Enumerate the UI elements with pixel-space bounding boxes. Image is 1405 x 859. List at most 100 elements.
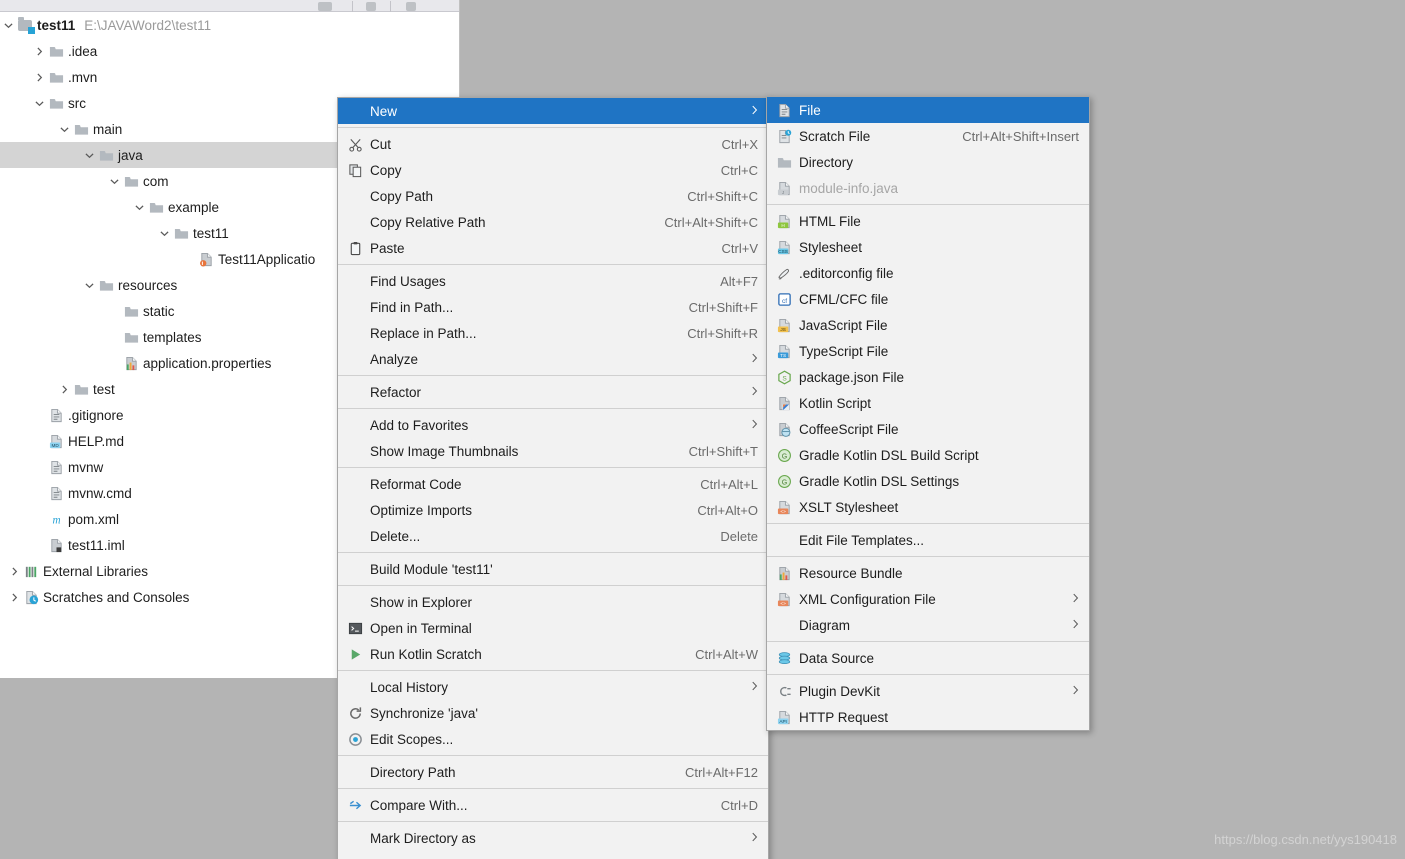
menu-item-optimize-imports[interactable]: Optimize Imports Ctrl+Alt+O [338, 497, 768, 523]
menu-item-html-file[interactable]: H HTML File [767, 208, 1089, 234]
folder-icon [72, 376, 90, 402]
menu-item-scratch-file[interactable]: Scratch File Ctrl+Alt+Shift+Insert [767, 123, 1089, 149]
menu-item-find-usages[interactable]: Find Usages Alt+F7 [338, 268, 768, 294]
menu-item--editorconfig-file[interactable]: .editorconfig file [767, 260, 1089, 286]
menu-item-data-source[interactable]: Data Source [767, 645, 1089, 671]
menu-item-label: Reformat Code [370, 476, 462, 492]
menu-item-paste[interactable]: Paste Ctrl+V [338, 235, 768, 261]
toolbar-divider-2 [390, 1, 391, 12]
menu-icon-placeholder [344, 523, 366, 549]
resource-bundle-icon [773, 560, 795, 586]
menu-item-label: TypeScript File [799, 343, 889, 359]
menu-item-directory-path[interactable]: Directory Path Ctrl+Alt+F12 [338, 759, 768, 785]
menu-item-add-to-favorites[interactable]: Add to Favorites [338, 412, 768, 438]
menu-item-edit-scopes[interactable]: Edit Scopes... [338, 726, 768, 752]
menu-icon-placeholder [344, 379, 366, 405]
menu-item-cut[interactable]: Cut Ctrl+X [338, 131, 768, 157]
chevron-down-icon[interactable] [131, 194, 147, 220]
gradle-icon: G [773, 442, 795, 468]
menu-item-label: JavaScript File [799, 317, 888, 333]
hide-icon[interactable] [406, 2, 416, 11]
new-submenu[interactable]: File Scratch File Ctrl+Alt+Shift+Insert Dir… [766, 96, 1090, 731]
file-icon [773, 97, 795, 123]
menu-item-http-request[interactable]: API HTTP Request [767, 704, 1089, 730]
chevron-down-icon[interactable] [81, 272, 97, 298]
menu-item-gradle-kotlin-dsl-settings[interactable]: G Gradle Kotlin DSL Settings [767, 468, 1089, 494]
chevron-down-icon[interactable] [81, 142, 97, 168]
menu-item-copy-relative-path[interactable]: Copy Relative Path Ctrl+Alt+Shift+C [338, 209, 768, 235]
menu-item-remove-bom[interactable]: Remove BOM [338, 851, 768, 859]
chevron-right-icon[interactable] [6, 584, 22, 610]
menu-item-mark-directory-as[interactable]: Mark Directory as [338, 825, 768, 851]
menu-item-kotlin-script[interactable]: Kotlin Script [767, 390, 1089, 416]
chevron-right-icon[interactable] [31, 64, 47, 90]
menu-item-edit-file-templates[interactable]: Edit File Templates... [767, 527, 1089, 553]
menu-item-xslt-stylesheet[interactable]: <> XSLT Stylesheet [767, 494, 1089, 520]
menu-icon-placeholder [344, 759, 366, 785]
menu-item-show-image-thumbnails[interactable]: Show Image Thumbnails Ctrl+Shift+T [338, 438, 768, 464]
editorconfig-icon [773, 260, 795, 286]
tree-row--idea[interactable]: .idea [0, 38, 459, 64]
menu-item-delete[interactable]: Delete... Delete [338, 523, 768, 549]
chevron-down-icon[interactable] [106, 168, 122, 194]
menu-item-replace-in-path[interactable]: Replace in Path... Ctrl+Shift+R [338, 320, 768, 346]
menu-item-label: Show Image Thumbnails [370, 443, 519, 459]
menu-item-analyze[interactable]: Analyze [338, 346, 768, 372]
menu-item-directory[interactable]: Directory [767, 149, 1089, 175]
menu-item-label: Find Usages [370, 273, 446, 289]
menu-item-reformat-code[interactable]: Reformat Code Ctrl+Alt+L [338, 471, 768, 497]
menu-item-plugin-devkit[interactable]: Plugin DevKit [767, 678, 1089, 704]
new-submenu-body: File Scratch File Ctrl+Alt+Shift+Insert Dir… [767, 97, 1089, 730]
menu-item-javascript-file[interactable]: JS JavaScript File [767, 312, 1089, 338]
chevron-down-icon[interactable] [0, 12, 16, 38]
project-toolbar[interactable] [0, 0, 459, 12]
menu-icon-placeholder [344, 589, 366, 615]
chevron-right-icon[interactable] [31, 38, 47, 64]
svg-text:JS: JS [780, 327, 785, 332]
menu-item-local-history[interactable]: Local History [338, 674, 768, 700]
menu-item-shortcut: Ctrl+Shift+F [688, 299, 758, 315]
menu-item-gradle-kotlin-dsl-build-script[interactable]: G Gradle Kotlin DSL Build Script [767, 442, 1089, 468]
project-context-menu[interactable]: New Cut Ctrl+X Copy Ctrl+C Copy Path Ctrl+Shif… [337, 97, 769, 859]
chevron-right-icon[interactable] [56, 376, 72, 402]
menu-item-resource-bundle[interactable]: Resource Bundle [767, 560, 1089, 586]
menu-item-new[interactable]: New [338, 98, 768, 124]
menu-item-synchronize-java[interactable]: Synchronize 'java' [338, 700, 768, 726]
menu-item-package-json-file[interactable]: Spackage.json File [767, 364, 1089, 390]
menu-item-build-module-test11[interactable]: Build Module 'test11' [338, 556, 768, 582]
chevron-down-icon[interactable] [156, 220, 172, 246]
svg-text:<>: <> [780, 509, 786, 514]
tree-row-root[interactable]: test11 E:\JAVAWord2\test11 [0, 12, 459, 38]
menu-item-coffeescript-file[interactable]: CoffeeScript File [767, 416, 1089, 442]
menu-item-cfml-cfc-file[interactable]: cf CFML/CFC file [767, 286, 1089, 312]
menu-item-copy[interactable]: Copy Ctrl+C [338, 157, 768, 183]
menu-item-copy-path[interactable]: Copy Path Ctrl+Shift+C [338, 183, 768, 209]
menu-item-diagram[interactable]: Diagram [767, 612, 1089, 638]
menu-item-label: Local History [370, 679, 449, 695]
project-root-path: E:\JAVAWord2\test11 [84, 17, 212, 33]
settings-icon[interactable] [366, 2, 376, 11]
menu-item-find-in-path[interactable]: Find in Path... Ctrl+Shift+F [338, 294, 768, 320]
collapse-all-icon[interactable] [318, 2, 332, 11]
chevron-down-icon[interactable] [31, 90, 47, 116]
menu-item-label: Open in Terminal [370, 620, 472, 636]
menu-item-typescript-file[interactable]: TS TypeScript File [767, 338, 1089, 364]
svg-text:cf: cf [781, 297, 786, 304]
menu-item-shortcut: Ctrl+C [720, 162, 758, 178]
menu-item-show-in-explorer[interactable]: Show in Explorer [338, 589, 768, 615]
menu-item-stylesheet[interactable]: CSS Stylesheet [767, 234, 1089, 260]
menu-item-label: Refactor [370, 384, 422, 400]
chevron-right-icon[interactable] [6, 558, 22, 584]
menu-item-open-in-terminal[interactable]: Open in Terminal [338, 615, 768, 641]
menu-item-file[interactable]: File [767, 97, 1089, 123]
module-folder-icon [16, 12, 35, 38]
tree-row--mvn[interactable]: .mvn [0, 64, 459, 90]
chevron-down-icon[interactable] [56, 116, 72, 142]
svg-text:H: H [781, 223, 784, 228]
menu-item-shortcut: Ctrl+Alt+Shift+Insert [962, 128, 1079, 144]
menu-item-compare-with[interactable]: Compare With... Ctrl+D [338, 792, 768, 818]
menu-item-run-kotlin-scratch[interactable]: Run Kotlin Scratch Ctrl+Alt+W [338, 641, 768, 667]
menu-item-refactor[interactable]: Refactor [338, 379, 768, 405]
menu-item-xml-configuration-file[interactable]: <> XML Configuration File [767, 586, 1089, 612]
